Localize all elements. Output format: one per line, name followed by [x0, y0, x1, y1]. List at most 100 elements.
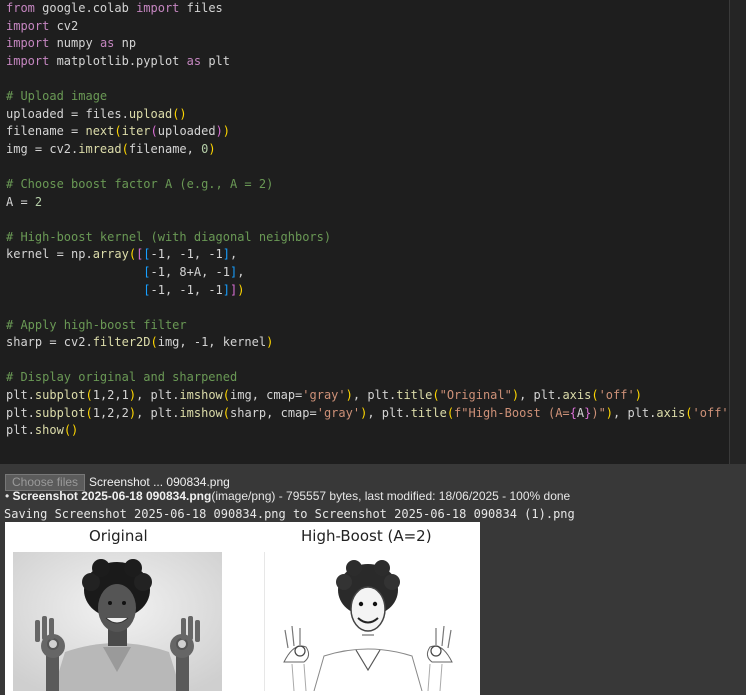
code-token: next: [85, 124, 115, 139]
code-token: subplot: [34, 405, 86, 420]
code-token: [: [143, 264, 151, 279]
editor-scrollbar[interactable]: [730, 0, 746, 464]
code-token: as: [186, 53, 202, 68]
code-line: # Display original and sharpened: [6, 370, 237, 384]
code-token: , plt.: [352, 388, 397, 403]
code-token: 1,2,1: [92, 388, 129, 403]
code-line: from google.colab import files: [6, 1, 223, 15]
code-line: # Choose boost factor A (e.g., A = 2): [6, 177, 273, 191]
code-token: uploaded: [157, 124, 216, 139]
code-token: ,: [230, 247, 238, 262]
code-token: 'off': [598, 388, 635, 403]
code-token: (: [85, 388, 93, 403]
code-token: filename,: [128, 141, 202, 156]
subplot-title-original: Original: [89, 527, 148, 545]
code-line: # High-boost kernel (with diagonal neigh…: [6, 230, 331, 244]
code-token: axis: [656, 405, 686, 420]
code-line: plt.subplot(1,2,2), plt.imshow(sharp, cm…: [6, 406, 736, 420]
code-token: # Apply high-boost filter: [6, 317, 187, 332]
code-token: img = cv2.: [6, 141, 79, 156]
code-token: (: [121, 141, 129, 156]
code-token: img, -1, kernel: [157, 335, 267, 350]
code-token: # High-boost kernel (with diagonal neigh…: [6, 229, 332, 244]
code-token: filter2D: [92, 335, 151, 350]
code-token: np: [114, 36, 137, 51]
subplot-title-high-boost: High-Boost (A=2): [301, 527, 432, 545]
code-token: imshow: [179, 388, 223, 403]
uploaded-file-meta: (image/png) - 795557 bytes, last modifie…: [211, 489, 571, 503]
code-token: matplotlib.pyplot: [49, 53, 187, 68]
code-line: img = cv2.imread(filename, 0): [6, 142, 216, 156]
code-line: import cv2: [6, 19, 78, 33]
code-token: files: [179, 1, 223, 15]
code-token: {: [569, 405, 577, 420]
code-token: array: [92, 247, 129, 262]
code-token: (: [446, 405, 455, 420]
code-token: ): [237, 282, 245, 297]
high-boost-image: [264, 552, 473, 691]
code-token: , plt.: [367, 405, 411, 420]
code-token: import: [6, 53, 50, 68]
code-token: axis: [562, 388, 592, 403]
code-token: [: [143, 247, 151, 262]
code-cell-editor[interactable]: from google.colab import files import cv…: [0, 0, 736, 464]
code-token: (: [685, 405, 693, 420]
code-token: ): [208, 141, 216, 156]
code-token: (: [150, 335, 158, 350]
code-token: plt: [201, 53, 230, 68]
code-token: 2: [34, 194, 43, 209]
code-token: (): [172, 106, 187, 121]
code-token: filename =: [6, 124, 86, 139]
code-line: [-1, 8+A, -1],: [6, 265, 244, 279]
code-token: , plt.: [136, 388, 180, 403]
code-token: (: [128, 247, 137, 262]
code-token: -1, -1, -1: [150, 247, 223, 262]
code-token: show: [34, 423, 64, 438]
code-line: filename = next(iter(uploaded)): [6, 124, 230, 138]
code-token: plt.: [6, 423, 35, 438]
saving-message: Saving Screenshot 2025-06-18 090834.png …: [4, 507, 575, 521]
code-token: google.colab: [34, 1, 137, 15]
code-token: ): [128, 405, 137, 420]
code-token: imread: [78, 141, 122, 156]
code-token: , plt.: [136, 405, 180, 420]
code-token: # Upload image: [6, 88, 108, 103]
code-token: img, cmap=: [230, 388, 303, 403]
code-token: sharp = cv2.: [6, 335, 93, 350]
code-token: upload: [128, 106, 173, 121]
code-token: # Choose boost factor A (e.g., A = 2): [6, 176, 274, 191]
code-line: import matplotlib.pyplot as plt: [6, 54, 230, 68]
code-token: 1,2,2: [92, 405, 129, 420]
code-line: uploaded = files.upload(): [6, 107, 187, 121]
code-token: [: [143, 282, 151, 297]
cell-output: Choose files Screenshot ... 090834.png •…: [0, 464, 746, 695]
code-line: A = 2: [6, 195, 42, 209]
code-token: title: [410, 405, 447, 420]
code-token: import: [136, 1, 180, 15]
upload-widget: Choose files Screenshot ... 090834.png: [5, 473, 230, 491]
code-token: "Original": [439, 388, 512, 403]
code-token: cv2: [49, 18, 79, 33]
code-token: ): [511, 388, 520, 403]
code-token: subplot: [34, 388, 86, 403]
code-token: A =: [6, 194, 35, 209]
code-token: , plt.: [519, 388, 563, 403]
code-token: 'off': [692, 405, 729, 420]
choose-files-button[interactable]: Choose files: [5, 473, 86, 491]
code-line: plt.show(): [6, 423, 78, 437]
code-token: )": [591, 405, 606, 420]
matplotlib-figure: Original High-Boost (A=2): [5, 522, 480, 695]
code-line: kernel = np.array([[-1, -1, -1],: [6, 247, 237, 261]
code-token: ): [222, 124, 231, 139]
code-token: (: [150, 124, 158, 139]
code-token: 'gray': [302, 388, 346, 403]
code-token: uploaded = files.: [6, 106, 129, 121]
code-token: (: [222, 388, 231, 403]
code-token: ): [634, 388, 642, 403]
code-token: iter: [121, 124, 151, 139]
code-token: ): [266, 335, 274, 350]
code-block[interactable]: from google.colab import files import cv…: [0, 0, 736, 440]
chosen-file-name: Screenshot ... 090834.png: [89, 475, 230, 489]
code-token: ]: [222, 247, 231, 262]
code-line: # Upload image: [6, 89, 107, 103]
